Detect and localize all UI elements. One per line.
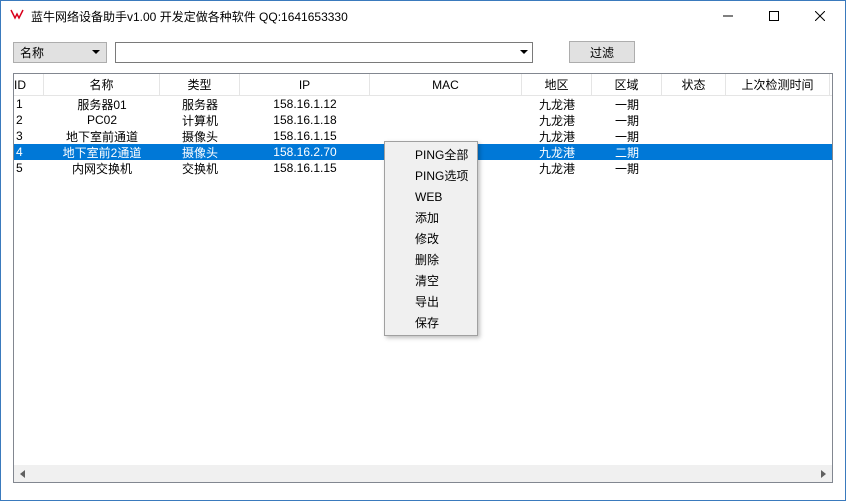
cell-area: 九龙港	[522, 96, 592, 113]
scroll-track[interactable]	[31, 465, 815, 482]
minimize-button[interactable]	[705, 1, 751, 31]
chevron-down-icon	[92, 50, 100, 54]
col-mac[interactable]: MAC	[370, 74, 522, 95]
scroll-left-button[interactable]	[14, 465, 31, 482]
cell-type: 交换机	[160, 160, 240, 177]
cell-area: 九龙港	[522, 144, 592, 161]
cell-id: 2	[14, 113, 44, 127]
cell-ip: 158.16.1.18	[240, 113, 370, 127]
field-select-label: 名称	[20, 44, 44, 61]
col-id[interactable]: ID	[14, 74, 44, 95]
col-status[interactable]: 状态	[662, 74, 726, 95]
cell-zone: 一期	[592, 96, 662, 113]
cell-ip: 158.16.2.70	[240, 145, 370, 159]
cell-id: 4	[14, 145, 44, 159]
cell-area: 九龙港	[522, 112, 592, 129]
cell-name: 内网交换机	[44, 160, 160, 177]
cell-name: 地下室前2通道	[44, 144, 160, 161]
cell-area: 九龙港	[522, 128, 592, 145]
horizontal-scrollbar[interactable]	[14, 465, 832, 482]
maximize-button[interactable]	[751, 1, 797, 31]
cell-type: 计算机	[160, 112, 240, 129]
cell-ip: 158.16.1.12	[240, 97, 370, 111]
cell-zone: 一期	[592, 128, 662, 145]
toolbar: 名称 过滤	[1, 31, 845, 73]
context-menu-item[interactable]: 保存	[387, 312, 475, 333]
cell-area: 九龙港	[522, 160, 592, 177]
context-menu-item[interactable]: 删除	[387, 249, 475, 270]
chevron-right-icon	[821, 470, 826, 478]
cell-name: 地下室前通道	[44, 128, 160, 145]
context-menu-item[interactable]: 清空	[387, 270, 475, 291]
table-header: ID 名称 类型 IP MAC 地区 区域 状态 上次检测时间	[14, 74, 832, 96]
col-type[interactable]: 类型	[160, 74, 240, 95]
titlebar: 蓝牛网络设备助手v1.00 开发定做各种软件 QQ:1641653330	[1, 1, 845, 31]
filter-button[interactable]: 过滤	[569, 41, 635, 63]
col-zone[interactable]: 区域	[592, 74, 662, 95]
filter-button-label: 过滤	[590, 44, 614, 61]
scroll-right-button[interactable]	[815, 465, 832, 482]
cell-zone: 一期	[592, 160, 662, 177]
device-table: ID 名称 类型 IP MAC 地区 区域 状态 上次检测时间 1服务器01服务…	[13, 73, 833, 483]
context-menu-item[interactable]: WEB	[387, 186, 475, 207]
cell-ip: 158.16.1.15	[240, 161, 370, 175]
cell-type: 摄像头	[160, 144, 240, 161]
chevron-down-icon	[520, 50, 528, 54]
table-row[interactable]: 1服务器01服务器158.16.1.12 九龙港一期	[14, 96, 832, 112]
cell-zone: 二期	[592, 144, 662, 161]
cell-ip: 158.16.1.15	[240, 129, 370, 143]
col-area[interactable]: 地区	[522, 74, 592, 95]
cell-type: 服务器	[160, 96, 240, 113]
context-menu-item[interactable]: 修改	[387, 228, 475, 249]
col-last[interactable]: 上次检测时间	[726, 74, 830, 95]
field-select[interactable]: 名称	[13, 42, 107, 63]
table-row[interactable]: 2PC02计算机158.16.1.18 九龙港一期	[14, 112, 832, 128]
cell-type: 摄像头	[160, 128, 240, 145]
window-title: 蓝牛网络设备助手v1.00 开发定做各种软件 QQ:1641653330	[31, 8, 705, 25]
cell-name: PC02	[44, 113, 160, 127]
context-menu-item[interactable]: PING选项	[387, 165, 475, 186]
cell-name: 服务器01	[44, 96, 160, 113]
context-menu: PING全部PING选项WEB添加修改删除清空导出保存	[384, 141, 478, 336]
context-menu-item[interactable]: 导出	[387, 291, 475, 312]
filter-input[interactable]	[115, 42, 533, 63]
col-ip[interactable]: IP	[240, 74, 370, 95]
col-name[interactable]: 名称	[44, 74, 160, 95]
cell-id: 1	[14, 97, 44, 111]
context-menu-item[interactable]: PING全部	[387, 144, 475, 165]
app-icon	[9, 8, 25, 24]
cell-id: 3	[14, 129, 44, 143]
context-menu-item[interactable]: 添加	[387, 207, 475, 228]
cell-zone: 一期	[592, 112, 662, 129]
chevron-left-icon	[20, 470, 25, 478]
close-button[interactable]	[797, 1, 843, 31]
cell-id: 5	[14, 161, 44, 175]
